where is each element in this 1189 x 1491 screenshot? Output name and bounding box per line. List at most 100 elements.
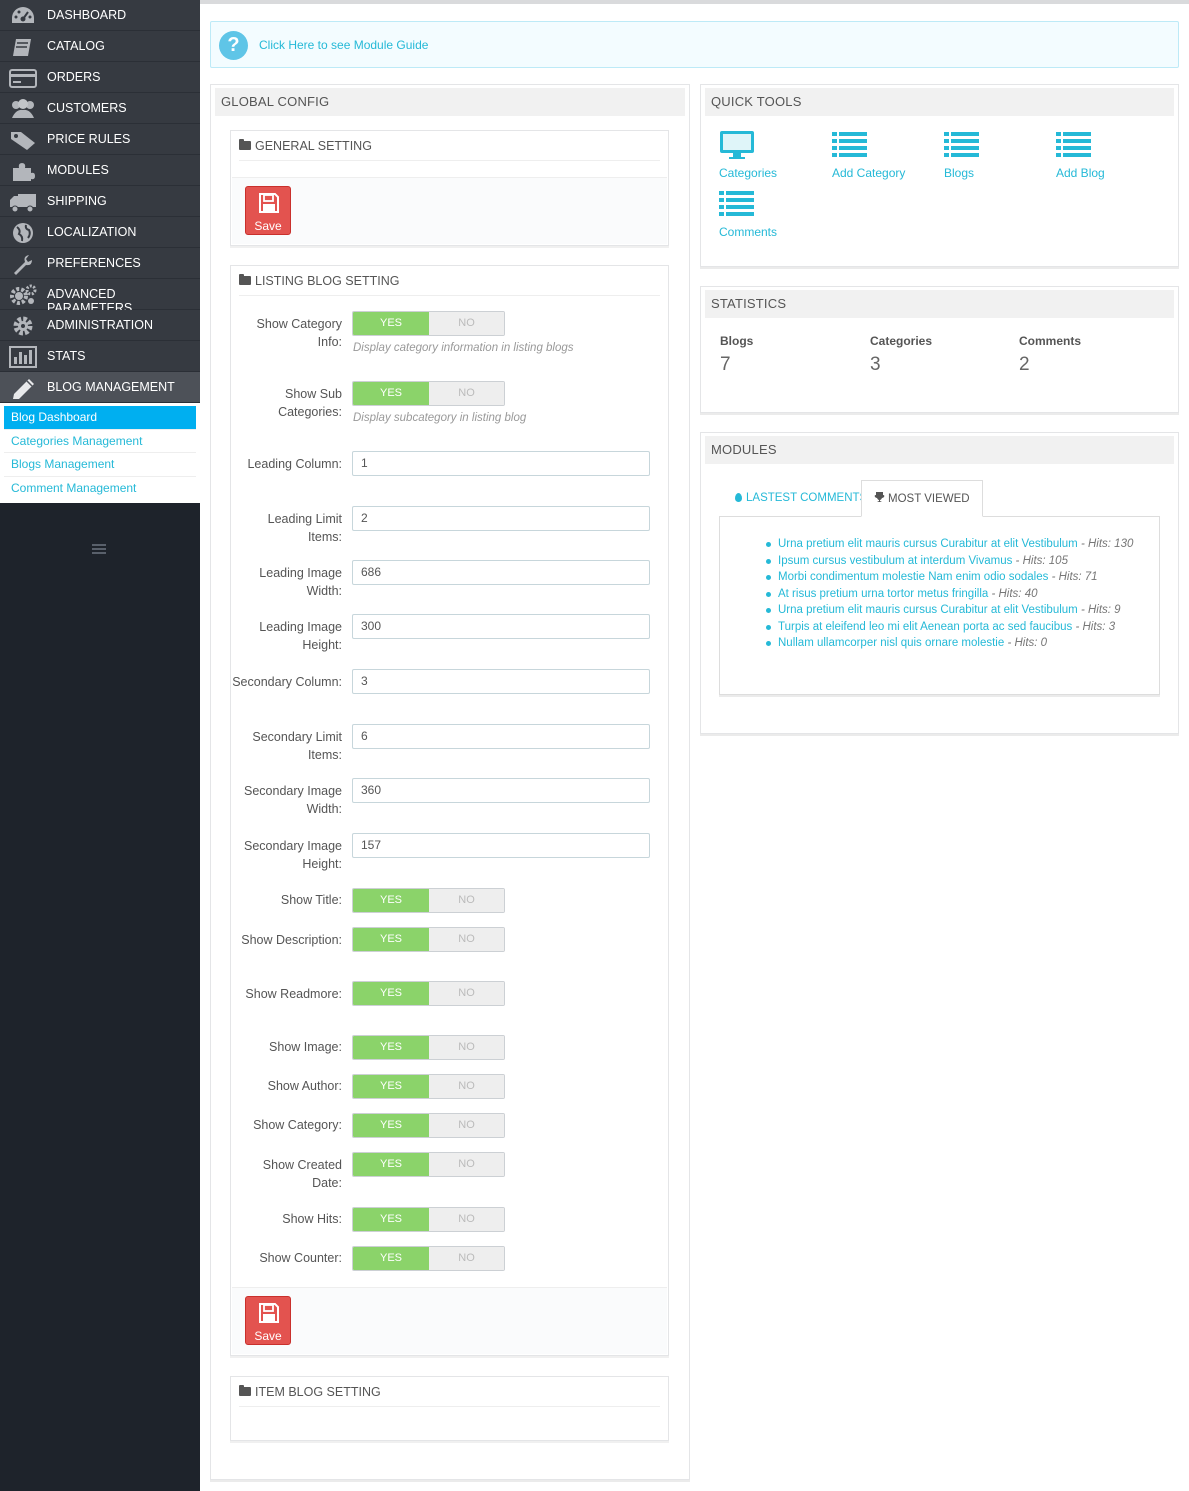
tags-icon [9, 128, 37, 151]
nav-price-rules[interactable]: PRICE RULES [0, 124, 200, 155]
secondary-image-width-input[interactable]: 360 [352, 778, 650, 803]
field-label: Secondary Image Height: [244, 839, 342, 871]
nav-blog-management[interactable]: BLOG MANAGEMENT [0, 372, 200, 403]
toggle-yes[interactable]: YES [353, 982, 429, 1005]
show-readmore-toggle[interactable]: YES NO [352, 981, 505, 1006]
toggle-yes[interactable]: YES [353, 382, 429, 405]
show-sub-categories-toggle[interactable]: YES NO [352, 381, 505, 406]
post-title[interactable]: Turpis at eleifend leo mi elit Aenean po… [778, 621, 1072, 633]
field-label: Secondary Limit Items: [252, 730, 342, 762]
post-hits: - Hits: 3 [1072, 620, 1116, 633]
secondary-limit-input[interactable]: 6 [352, 724, 650, 749]
nav-modules[interactable]: MODULES [0, 155, 200, 186]
submenu-blog-dashboard[interactable]: Blog Dashboard [4, 406, 196, 430]
toggle-yes[interactable]: YES [353, 1208, 429, 1231]
nav-administration[interactable]: ADMINISTRATION [0, 310, 200, 341]
post-hits: - Hits: 0 [1004, 637, 1048, 649]
nav-customers[interactable]: CUSTOMERS [0, 93, 200, 124]
toggle-yes[interactable]: YES [353, 1247, 429, 1270]
tab-label: LASTEST COMMENTS [746, 492, 868, 504]
most-viewed-list: Urna pretium elit mauris cursus Curabitu… [766, 536, 1146, 652]
toggle-no[interactable]: NO [429, 312, 504, 335]
show-image-toggle[interactable]: YES NO [352, 1035, 505, 1060]
show-hits-toggle[interactable]: YES NO [352, 1207, 505, 1232]
show-created-date-toggle[interactable]: YES NO [352, 1152, 505, 1177]
nav-orders[interactable]: ORDERS [0, 62, 200, 93]
toggle-yes[interactable]: YES [353, 1075, 429, 1098]
quick-tools-title: QUICK TOOLS [705, 88, 1174, 116]
list-item[interactable]: Turpis at eleifend leo mi elit Aenean po… [766, 619, 1146, 636]
submenu-blogs-management[interactable]: Blogs Management [4, 453, 196, 477]
leading-image-height-input[interactable]: 300 [352, 614, 650, 639]
list-item[interactable]: At risus pretium urna tortor metus fring… [766, 586, 1146, 603]
show-author-toggle[interactable]: YES NO [352, 1074, 505, 1099]
show-description-toggle[interactable]: YES NO [352, 927, 505, 952]
nav-shipping[interactable]: SHIPPING [0, 186, 200, 217]
listing-save-button[interactable]: Save [245, 1296, 291, 1345]
toggle-no[interactable]: NO [429, 982, 504, 1005]
toggle-no[interactable]: NO [429, 1075, 504, 1098]
listing-blog-setting-header: LISTING BLOG SETTING [239, 266, 660, 296]
list-item[interactable]: Morbi condimentum molestie Nam enim odio… [766, 569, 1146, 586]
general-save-button[interactable]: Save [245, 186, 291, 235]
leading-image-width-input[interactable]: 686 [352, 560, 650, 585]
field-label: Leading Image Height: [259, 620, 342, 652]
nav-localization[interactable]: LOCALIZATION [0, 217, 200, 248]
module-guide-link[interactable]: Click Here to see Module Guide [259, 38, 428, 52]
toggle-no[interactable]: NO [429, 1114, 504, 1137]
show-counter-toggle[interactable]: YES NO [352, 1246, 505, 1271]
show-category-info-toggle[interactable]: YES NO [352, 311, 505, 336]
nav-dashboard[interactable]: DASHBOARD [0, 0, 200, 31]
menu-collapse-icon[interactable] [92, 544, 106, 556]
toggle-no[interactable]: NO [429, 1036, 504, 1059]
toggle-yes[interactable]: YES [353, 889, 429, 912]
show-title-toggle[interactable]: YES NO [352, 888, 505, 913]
nav-stats[interactable]: STATS [0, 341, 200, 372]
tab-latest-comments[interactable]: LASTEST COMMENTS [723, 480, 879, 516]
secondary-image-height-input[interactable]: 157 [352, 833, 650, 858]
field-label: Show Hits: [282, 1212, 342, 1226]
field-help: Display subcategory in listing blog [353, 412, 527, 424]
post-title[interactable]: Ipsum cursus vestibulum at interdum Viva… [778, 555, 1012, 567]
nav-catalog[interactable]: CATALOG [0, 31, 200, 62]
list-item[interactable]: Urna pretium elit mauris cursus Curabitu… [766, 602, 1146, 619]
toggle-no[interactable]: NO [429, 382, 504, 405]
post-title[interactable]: Morbi condimentum molestie Nam enim odio… [778, 571, 1048, 583]
post-title[interactable]: Urna pretium elit mauris cursus Curabitu… [778, 604, 1078, 616]
toggle-no[interactable]: NO [429, 1247, 504, 1270]
toggle-no[interactable]: NO [429, 889, 504, 912]
post-hits: - Hits: 40 [988, 587, 1038, 600]
toggle-yes[interactable]: YES [353, 312, 429, 335]
nav-label: ORDERS [47, 70, 101, 84]
nav-preferences[interactable]: PREFERENCES [0, 248, 200, 279]
post-title[interactable]: At risus pretium urna tortor metus fring… [778, 588, 988, 600]
toggle-yes[interactable]: YES [353, 1036, 429, 1059]
secondary-column-input[interactable]: 3 [352, 669, 650, 694]
submenu-comment-management[interactable]: Comment Management [4, 477, 196, 501]
list-item[interactable]: Nullam ullamcorper nisl quis ornare mole… [766, 635, 1146, 652]
list-item[interactable]: Ipsum cursus vestibulum at interdum Viva… [766, 553, 1146, 570]
post-title[interactable]: Nullam ullamcorper nisl quis ornare mole… [778, 637, 1004, 649]
nav-advanced-parameters[interactable]: ADVANCED PARAMETERS [0, 279, 200, 315]
toggle-yes[interactable]: YES [353, 928, 429, 951]
show-category-toggle[interactable]: YES NO [352, 1113, 505, 1138]
field-label: Show Category: [253, 1118, 342, 1132]
folder-icon [239, 1385, 251, 1396]
tab-most-viewed[interactable]: MOST VIEWED [861, 480, 983, 517]
toggle-yes[interactable]: YES [353, 1153, 429, 1176]
users-icon [9, 97, 37, 120]
field-label: Show Created Date: [262, 1158, 342, 1190]
statistics-title: STATISTICS [705, 290, 1174, 318]
toggle-no[interactable]: NO [429, 1153, 504, 1176]
nav-label: DASHBOARD [47, 8, 127, 22]
submenu-categories-management[interactable]: Categories Management [4, 430, 196, 453]
toggle-no[interactable]: NO [429, 928, 504, 951]
list-item[interactable]: Urna pretium elit mauris cursus Curabitu… [766, 536, 1146, 553]
toggle-no[interactable]: NO [429, 1208, 504, 1231]
leading-limit-input[interactable]: 2 [352, 506, 650, 531]
post-title[interactable]: Urna pretium elit mauris cursus Curabitu… [778, 538, 1078, 550]
listing-blog-setting-title: LISTING BLOG SETTING [255, 273, 400, 288]
truck-icon [9, 190, 37, 213]
toggle-yes[interactable]: YES [353, 1114, 429, 1137]
leading-column-input[interactable]: 1 [352, 451, 650, 476]
